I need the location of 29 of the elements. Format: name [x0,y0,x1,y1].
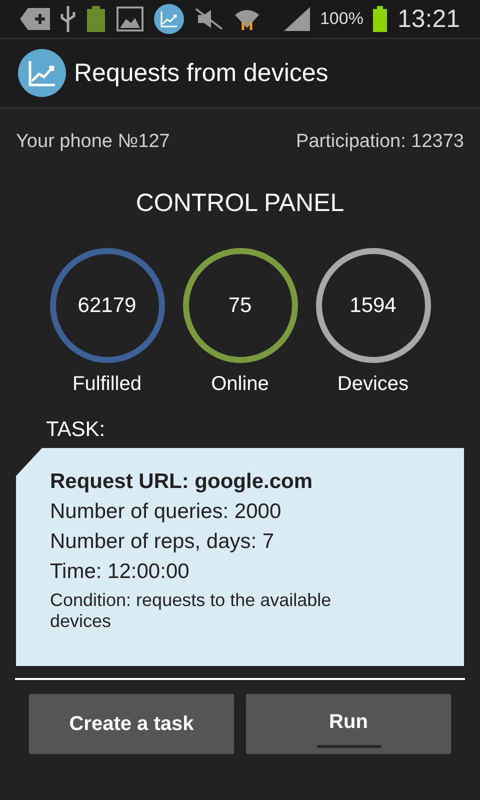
image-icon [116,6,144,32]
task-heading: TASK: [46,418,106,442]
battery-icon [373,6,388,32]
battery-percent: 100% [320,9,364,29]
add-tag-icon [20,8,50,30]
phone-number: Your phone №127 [16,131,170,153]
participation-count: Participation: 12373 [296,131,464,153]
stat-label: Devices [337,373,409,396]
clock: 13:21 [397,4,460,34]
task-detail: Number of reps, days: 7 [50,530,276,554]
task-detail: Condition: requests to the available devices [50,590,332,632]
panel-title: CONTROL PANEL [136,189,344,217]
action-button[interactable]: Run [246,694,451,754]
task-detail: Number of queries: 2000 [50,500,282,524]
usb-icon [60,6,76,32]
app-icon [18,49,66,97]
mute-icon [194,7,224,31]
task-detail: Time: 12:00:00 [50,560,190,584]
signal-icon [284,7,310,31]
battery-icon [86,6,106,32]
task-detail: Request URL: google.com [50,470,314,494]
app-icon [154,4,184,34]
app-title: Requests from devices [74,58,328,88]
action-button[interactable]: Create a task [29,694,234,754]
stat-value: 1594 [350,294,396,318]
stat-value: 62179 [78,294,136,318]
stat-label: Online [211,373,269,396]
stat-label: Fulfilled [72,373,142,396]
stat-value: 75 [228,294,252,318]
